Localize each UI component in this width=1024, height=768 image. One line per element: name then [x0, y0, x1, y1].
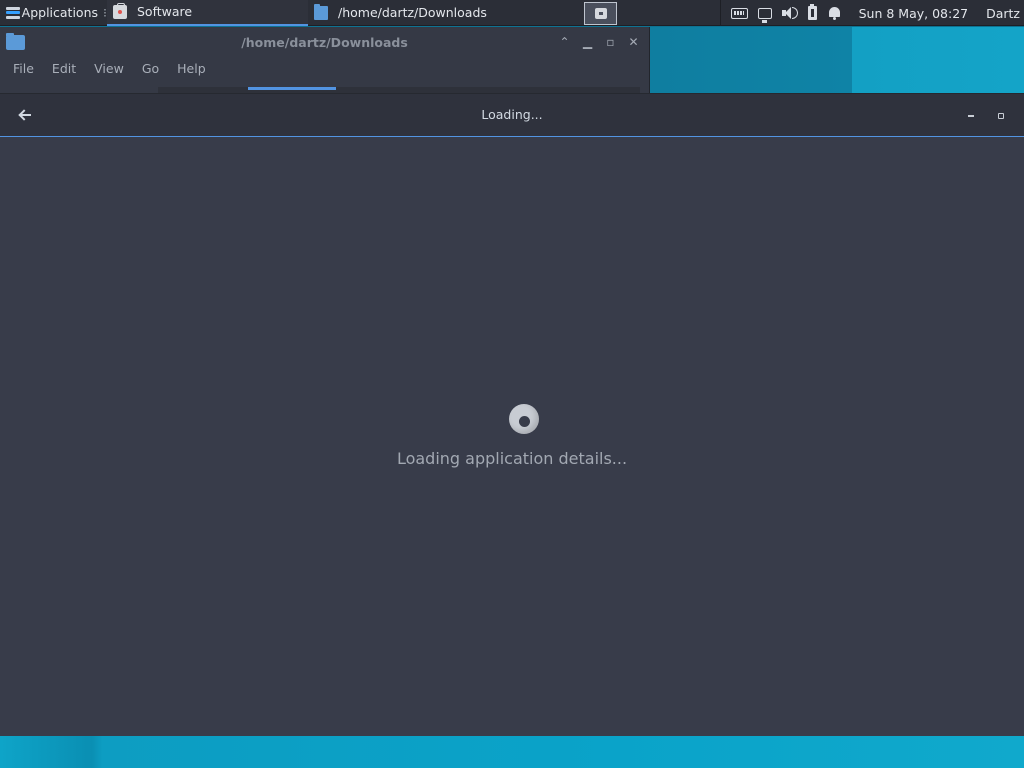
menu-view[interactable]: View	[85, 61, 133, 76]
desktop-wallpaper-bottom	[0, 736, 1024, 768]
workspace-window-icon	[594, 8, 607, 19]
software-window: Loading... Loading application details..…	[0, 93, 1024, 736]
menu-help[interactable]: Help	[168, 61, 215, 76]
close-button[interactable]: ✕	[622, 33, 645, 51]
battery-icon[interactable]	[807, 4, 817, 20]
minimize-button[interactable]	[964, 112, 978, 120]
user-menu[interactable]: Dartz	[986, 6, 1020, 21]
display-icon[interactable]	[757, 8, 772, 23]
loading-message: Loading application details...	[396, 449, 628, 468]
notifications-bell-icon[interactable]	[827, 6, 843, 20]
software-headerbar: Loading...	[0, 93, 1024, 137]
taskbar-item-software[interactable]: Software	[107, 0, 308, 26]
taskbar-item-label: Software	[137, 4, 193, 19]
file-manager-menubar: File Edit View Go Help	[0, 57, 649, 79]
maximize-button[interactable]	[994, 110, 1008, 122]
file-manager-title: /home/dartz/Downloads	[241, 35, 408, 50]
window-controls: ⌃ ▁ ▫ ✕	[553, 33, 645, 51]
menu-go[interactable]: Go	[133, 61, 168, 76]
applications-menu-label: Applications	[21, 5, 99, 20]
menu-file[interactable]: File	[4, 61, 43, 76]
desktop-wallpaper-band	[650, 27, 1024, 93]
taskbar-item-downloads[interactable]: /home/dartz/Downloads	[308, 0, 509, 26]
software-bag-icon	[113, 2, 127, 19]
loading-spinner-icon	[509, 404, 539, 434]
folder-icon	[314, 3, 328, 20]
keyboard-icon[interactable]	[730, 8, 748, 19]
workspace-switcher[interactable]	[584, 2, 617, 25]
clock[interactable]: Sun 8 May, 08:27	[859, 6, 969, 21]
menu-edit[interactable]: Edit	[43, 61, 85, 76]
system-tray: Sun 8 May, 08:27 Dartz	[719, 0, 1024, 26]
volume-icon[interactable]	[781, 6, 798, 20]
panel-divider	[719, 0, 721, 26]
top-panel: Applications ⁝ Software /home/dartz/Down…	[0, 0, 1024, 26]
file-manager-titlebar[interactable]: /home/dartz/Downloads ⌃ ▁ ▫ ✕	[0, 27, 649, 57]
headerbar-title: Loading...	[481, 107, 543, 122]
active-tab-indicator	[248, 87, 336, 90]
applications-menu-button[interactable]: Applications ⁝	[0, 0, 107, 26]
shade-button[interactable]: ⌃	[553, 33, 576, 51]
minimize-button[interactable]: ▁	[576, 33, 599, 51]
taskbar-item-label: /home/dartz/Downloads	[338, 5, 487, 20]
applications-menu-icon	[6, 6, 20, 20]
maximize-button[interactable]: ▫	[599, 33, 622, 51]
file-manager-window: /home/dartz/Downloads ⌃ ▁ ▫ ✕ File Edit …	[0, 27, 650, 93]
